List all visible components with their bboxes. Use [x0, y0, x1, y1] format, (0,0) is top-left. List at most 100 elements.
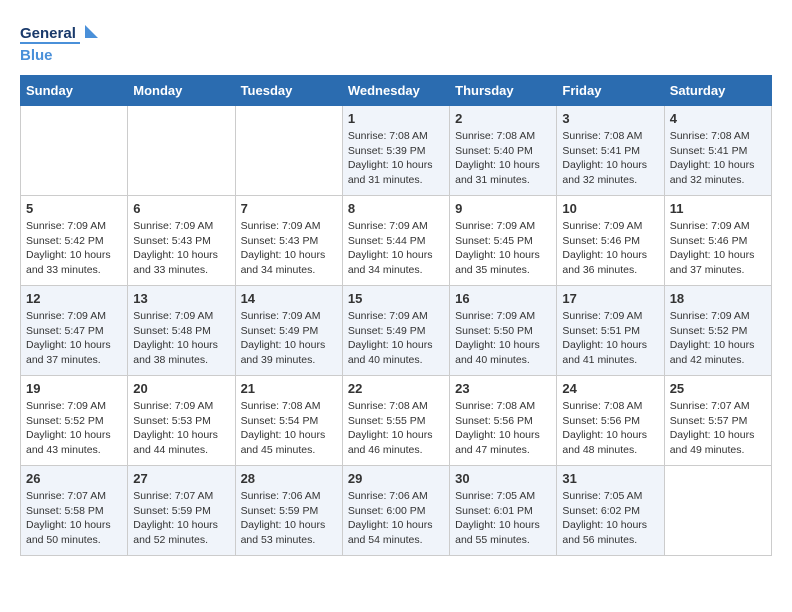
- day-number: 15: [348, 291, 444, 306]
- day-cell-17: 17 Sunrise: 7:09 AM Sunset: 5:51 PM Dayli…: [557, 286, 664, 376]
- day-number: 1: [348, 111, 444, 126]
- day-info: Sunrise: 7:09 AM Sunset: 5:47 PM Dayligh…: [26, 309, 122, 368]
- day-cell-28: 28Sunrise: 7:06 AM Sunset: 5:59 PM Dayli…: [235, 466, 342, 556]
- weekday-header-saturday: Saturday: [664, 76, 771, 106]
- day-number: 21: [241, 381, 337, 396]
- day-info: Sunrise: 7:06 AM Sunset: 6:00 PM Dayligh…: [348, 489, 444, 548]
- day-number: 16: [455, 291, 551, 306]
- day-cell-13: 13Sunrise: 7:09 AM Sunset: 5:48 PM Dayli…: [128, 286, 235, 376]
- svg-text:Blue: Blue: [20, 47, 53, 64]
- day-info: Sunrise: 7:09 AM Sunset: 5:44 PM Dayligh…: [348, 219, 444, 278]
- day-info: Sunrise: 7:08 AM Sunset: 5:39 PM Dayligh…: [348, 129, 444, 188]
- day-number: 2: [455, 111, 551, 126]
- day-number: 14: [241, 291, 337, 306]
- day-info: Sunrise: 7:05 AM Sunset: 6:01 PM Dayligh…: [455, 489, 551, 548]
- day-number: 11: [670, 201, 766, 216]
- day-info: Sunrise: 7:09 AM Sunset: 5:46 PM Dayligh…: [562, 219, 658, 278]
- day-number: 31: [562, 471, 658, 486]
- day-info: Sunrise: 7:08 AM Sunset: 5:41 PM Dayligh…: [670, 129, 766, 188]
- empty-cell: [664, 466, 771, 556]
- weekday-header-wednesday: Wednesday: [342, 76, 449, 106]
- day-cell-31: 31 Sunrise: 7:05 AM Sunset: 6:02 PM Dayli…: [557, 466, 664, 556]
- week-row-1: 1 Sunrise: 7:08 AM Sunset: 5:39 PM Daylig…: [21, 106, 772, 196]
- day-cell-1: 1 Sunrise: 7:08 AM Sunset: 5:39 PM Daylig…: [342, 106, 449, 196]
- day-number: 25: [670, 381, 766, 396]
- day-info: Sunrise: 7:08 AM Sunset: 5:56 PM Dayligh…: [455, 399, 551, 458]
- day-cell-29: 29Sunrise: 7:06 AM Sunset: 6:00 PM Dayli…: [342, 466, 449, 556]
- day-number: 12: [26, 291, 122, 306]
- day-info: Sunrise: 7:08 AM Sunset: 5:41 PM Dayligh…: [562, 129, 658, 188]
- day-cell-14: 14 Sunrise: 7:09 AM Sunset: 5:49 PM Dayli…: [235, 286, 342, 376]
- logo: General Blue: [20, 20, 100, 65]
- day-info: Sunrise: 7:07 AM Sunset: 5:57 PM Dayligh…: [670, 399, 766, 458]
- day-cell-26: 26 Sunrise: 7:07 AM Sunset: 5:58 PM Dayli…: [21, 466, 128, 556]
- weekday-header-monday: Monday: [128, 76, 235, 106]
- day-cell-24: 24 Sunrise: 7:08 AM Sunset: 5:56 PM Dayli…: [557, 376, 664, 466]
- weekday-header-friday: Friday: [557, 76, 664, 106]
- day-cell-21: 21 Sunrise: 7:08 AM Sunset: 5:54 PM Dayli…: [235, 376, 342, 466]
- weekday-header-sunday: Sunday: [21, 76, 128, 106]
- day-cell-20: 20 Sunrise: 7:09 AM Sunset: 5:53 PM Dayli…: [128, 376, 235, 466]
- day-number: 3: [562, 111, 658, 126]
- day-cell-30: 30Sunrise: 7:05 AM Sunset: 6:01 PM Dayli…: [450, 466, 557, 556]
- day-cell-27: 27 Sunrise: 7:07 AM Sunset: 5:59 PM Dayli…: [128, 466, 235, 556]
- day-number: 4: [670, 111, 766, 126]
- svg-text:General: General: [20, 25, 76, 42]
- day-number: 17: [562, 291, 658, 306]
- page-header: General Blue: [20, 20, 772, 65]
- day-number: 7: [241, 201, 337, 216]
- day-cell-15: 15 Sunrise: 7:09 AM Sunset: 5:49 PM Dayli…: [342, 286, 449, 376]
- day-number: 10: [562, 201, 658, 216]
- empty-cell: [235, 106, 342, 196]
- day-info: Sunrise: 7:09 AM Sunset: 5:50 PM Dayligh…: [455, 309, 551, 368]
- day-cell-18: 18 Sunrise: 7:09 AM Sunset: 5:52 PM Dayli…: [664, 286, 771, 376]
- day-info: Sunrise: 7:09 AM Sunset: 5:48 PM Dayligh…: [133, 309, 229, 368]
- day-info: Sunrise: 7:09 AM Sunset: 5:42 PM Dayligh…: [26, 219, 122, 278]
- day-cell-6: 6Sunrise: 7:09 AM Sunset: 5:43 PM Daylig…: [128, 196, 235, 286]
- logo-svg: General Blue: [20, 20, 100, 65]
- calendar-table: SundayMondayTuesdayWednesdayThursdayFrid…: [20, 75, 772, 556]
- empty-cell: [21, 106, 128, 196]
- day-cell-7: 7 Sunrise: 7:09 AM Sunset: 5:43 PM Daylig…: [235, 196, 342, 286]
- day-cell-23: 23 Sunrise: 7:08 AM Sunset: 5:56 PM Dayli…: [450, 376, 557, 466]
- day-cell-19: 19Sunrise: 7:09 AM Sunset: 5:52 PM Dayli…: [21, 376, 128, 466]
- day-cell-22: 22 Sunrise: 7:08 AM Sunset: 5:55 PM Dayli…: [342, 376, 449, 466]
- day-info: Sunrise: 7:09 AM Sunset: 5:49 PM Dayligh…: [241, 309, 337, 368]
- day-info: Sunrise: 7:09 AM Sunset: 5:46 PM Dayligh…: [670, 219, 766, 278]
- empty-cell: [128, 106, 235, 196]
- day-number: 26: [26, 471, 122, 486]
- day-cell-8: 8Sunrise: 7:09 AM Sunset: 5:44 PM Daylig…: [342, 196, 449, 286]
- weekday-header-thursday: Thursday: [450, 76, 557, 106]
- day-number: 19: [26, 381, 122, 396]
- day-info: Sunrise: 7:09 AM Sunset: 5:52 PM Dayligh…: [670, 309, 766, 368]
- weekday-header-row: SundayMondayTuesdayWednesdayThursdayFrid…: [21, 76, 772, 106]
- day-cell-2: 2 Sunrise: 7:08 AM Sunset: 5:40 PM Daylig…: [450, 106, 557, 196]
- day-info: Sunrise: 7:09 AM Sunset: 5:53 PM Dayligh…: [133, 399, 229, 458]
- day-number: 18: [670, 291, 766, 306]
- day-info: Sunrise: 7:09 AM Sunset: 5:49 PM Dayligh…: [348, 309, 444, 368]
- day-number: 22: [348, 381, 444, 396]
- day-number: 24: [562, 381, 658, 396]
- day-info: Sunrise: 7:09 AM Sunset: 5:51 PM Dayligh…: [562, 309, 658, 368]
- day-info: Sunrise: 7:08 AM Sunset: 5:40 PM Dayligh…: [455, 129, 551, 188]
- weekday-header-tuesday: Tuesday: [235, 76, 342, 106]
- day-info: Sunrise: 7:09 AM Sunset: 5:43 PM Dayligh…: [241, 219, 337, 278]
- day-info: Sunrise: 7:09 AM Sunset: 5:45 PM Dayligh…: [455, 219, 551, 278]
- day-cell-3: 3 Sunrise: 7:08 AM Sunset: 5:41 PM Daylig…: [557, 106, 664, 196]
- week-row-2: 5Sunrise: 7:09 AM Sunset: 5:42 PM Daylig…: [21, 196, 772, 286]
- day-info: Sunrise: 7:08 AM Sunset: 5:55 PM Dayligh…: [348, 399, 444, 458]
- day-info: Sunrise: 7:08 AM Sunset: 5:56 PM Dayligh…: [562, 399, 658, 458]
- day-number: 23: [455, 381, 551, 396]
- day-number: 6: [133, 201, 229, 216]
- day-cell-25: 25 Sunrise: 7:07 AM Sunset: 5:57 PM Dayli…: [664, 376, 771, 466]
- day-number: 27: [133, 471, 229, 486]
- day-cell-4: 4 Sunrise: 7:08 AM Sunset: 5:41 PM Daylig…: [664, 106, 771, 196]
- day-number: 20: [133, 381, 229, 396]
- day-number: 28: [241, 471, 337, 486]
- day-info: Sunrise: 7:08 AM Sunset: 5:54 PM Dayligh…: [241, 399, 337, 458]
- day-info: Sunrise: 7:07 AM Sunset: 5:58 PM Dayligh…: [26, 489, 122, 548]
- day-cell-9: 9Sunrise: 7:09 AM Sunset: 5:45 PM Daylig…: [450, 196, 557, 286]
- day-info: Sunrise: 7:05 AM Sunset: 6:02 PM Dayligh…: [562, 489, 658, 548]
- day-info: Sunrise: 7:07 AM Sunset: 5:59 PM Dayligh…: [133, 489, 229, 548]
- week-row-4: 19Sunrise: 7:09 AM Sunset: 5:52 PM Dayli…: [21, 376, 772, 466]
